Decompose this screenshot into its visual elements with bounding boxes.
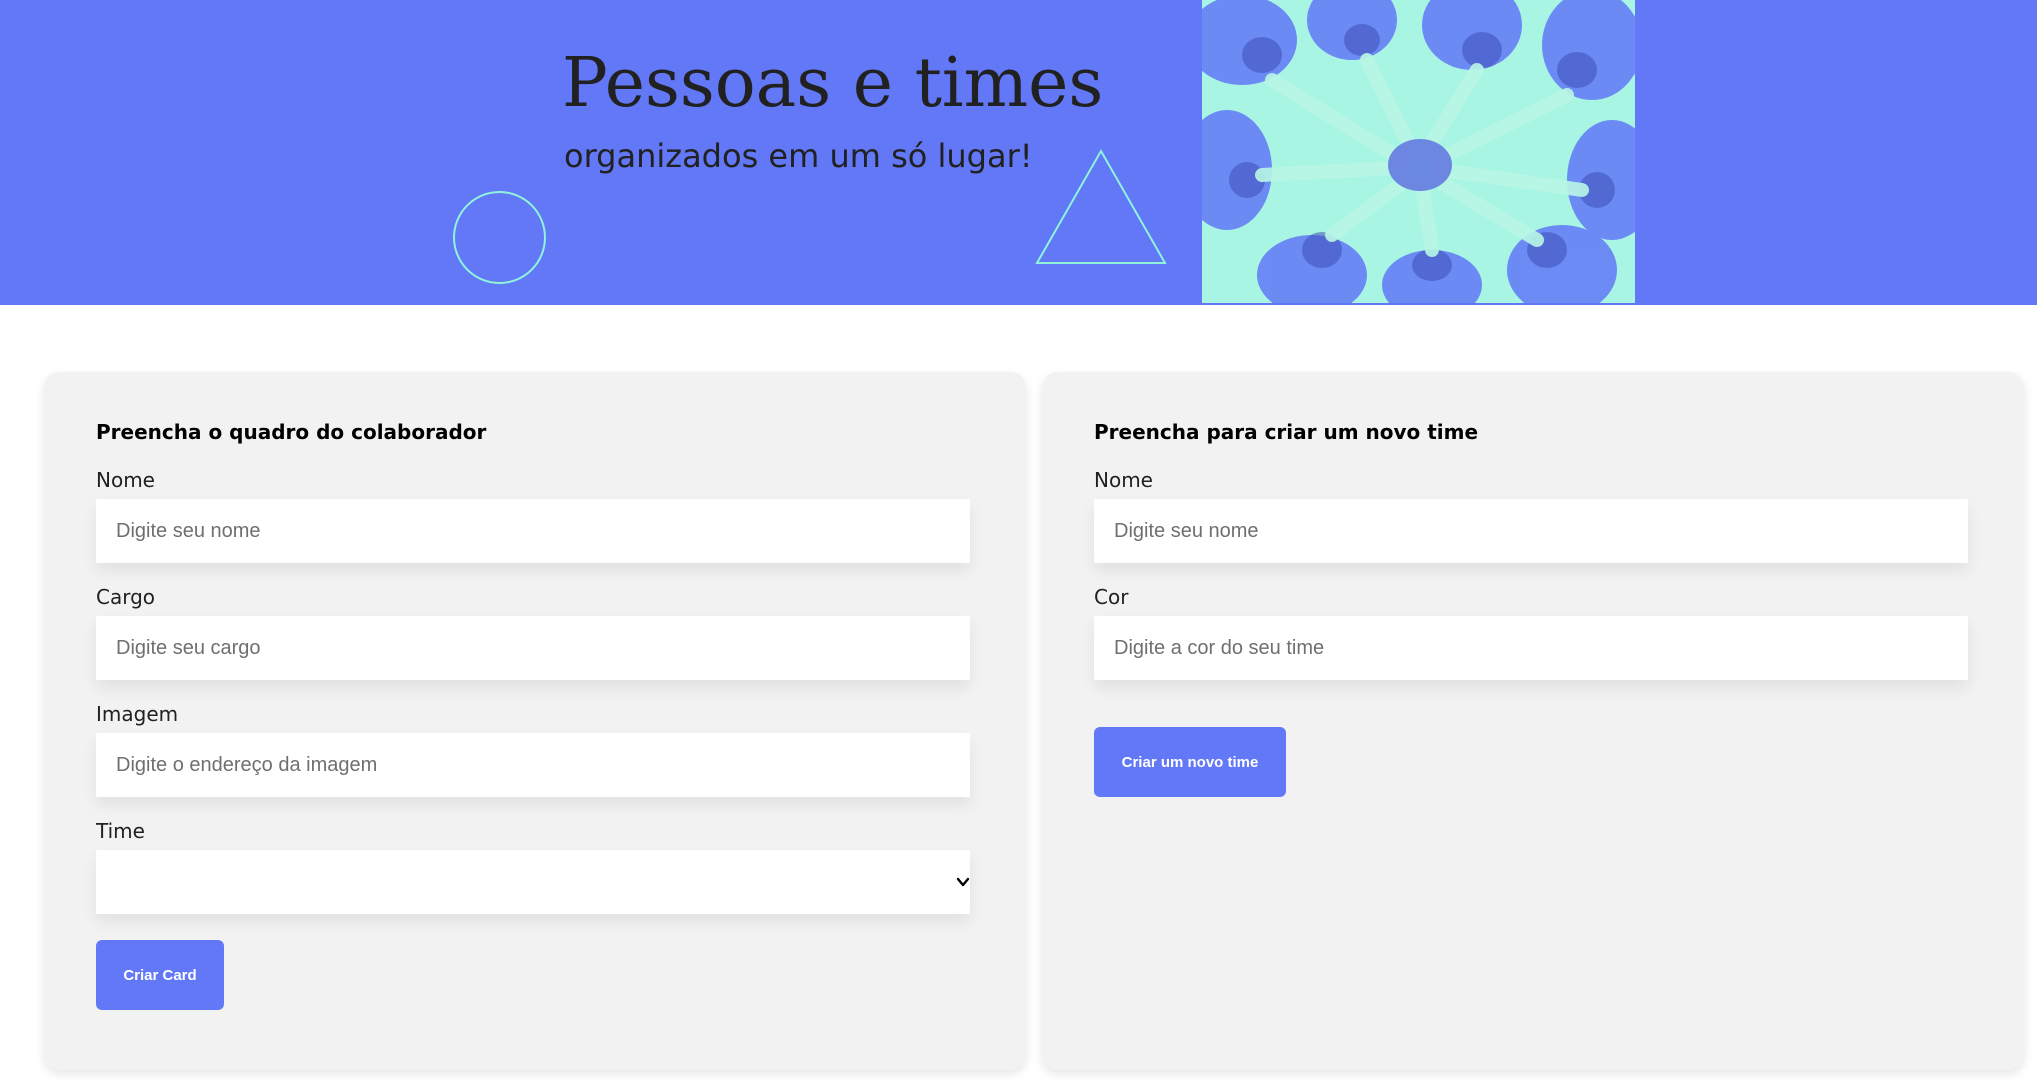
team-color-label: Cor	[1094, 585, 1129, 609]
name-label: Nome	[96, 468, 155, 492]
team-color-input[interactable]	[1094, 616, 1968, 680]
chevron-down-icon	[956, 877, 970, 887]
decorative-circle-icon	[453, 191, 546, 284]
hero-banner: Pessoas e times organizados em um só lug…	[0, 0, 2037, 305]
decorative-triangle-icon	[1035, 148, 1167, 264]
create-card-button[interactable]: Criar Card	[96, 940, 224, 1010]
name-input[interactable]	[96, 499, 970, 563]
collaborator-form-heading: Preencha o quadro do colaborador	[96, 420, 487, 444]
team-hands-together-photo	[1202, 0, 1635, 303]
image-label: Imagem	[96, 702, 179, 726]
photo-illustration	[1202, 0, 1635, 303]
team-select[interactable]	[96, 850, 970, 914]
role-input[interactable]	[96, 616, 970, 680]
team-label: Time	[96, 819, 145, 843]
role-label: Cargo	[96, 585, 156, 609]
team-name-label: Nome	[1094, 468, 1153, 492]
team-name-input[interactable]	[1094, 499, 1968, 563]
team-form-heading: Preencha para criar um novo time	[1094, 420, 1479, 444]
collaborator-form: Preencha o quadro do colaborador Nome Ca…	[44, 372, 1026, 1070]
create-team-button[interactable]: Criar um novo time	[1094, 727, 1286, 797]
image-url-input[interactable]	[96, 733, 970, 797]
banner-subtitle: organizados em um só lugar!	[564, 137, 1033, 175]
team-form: Preencha para criar um novo time Nome Co…	[1042, 372, 2024, 1070]
banner-title: Pessoas e times	[562, 44, 1104, 123]
